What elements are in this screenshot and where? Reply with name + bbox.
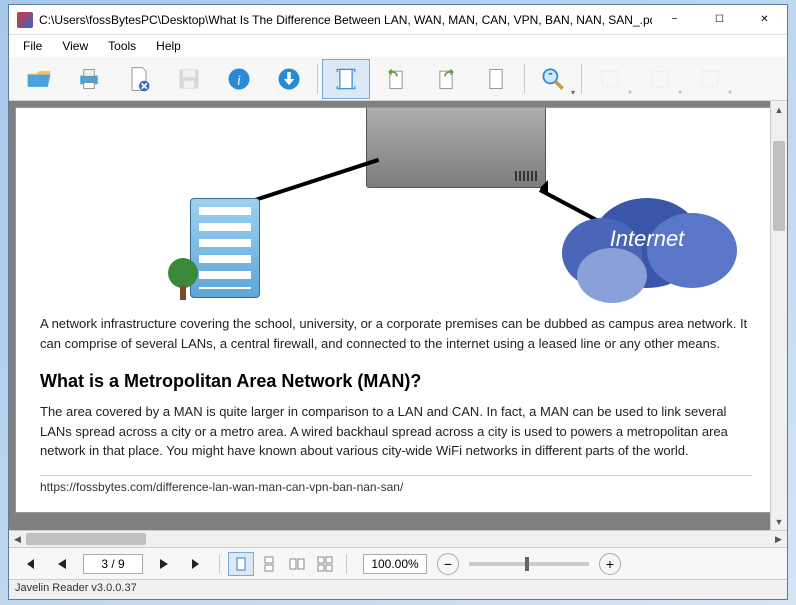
first-page-icon [23, 558, 37, 570]
rotate-right-button[interactable] [422, 59, 470, 99]
zoom-tool-button[interactable]: ▾ [529, 59, 577, 99]
magnifier-icon [539, 65, 567, 93]
titlebar: C:\Users\fossBytesPC\Desktop\What Is The… [9, 5, 787, 35]
scroll-thumb[interactable] [26, 533, 146, 545]
menu-tools[interactable]: Tools [98, 37, 146, 55]
save-button[interactable] [165, 59, 213, 99]
dropdown-icon: ▾ [628, 88, 632, 97]
network-diagram: Internet [40, 118, 752, 308]
scroll-up-icon[interactable]: ▲ [771, 101, 787, 118]
dropdown-icon: ▾ [728, 88, 732, 97]
close-button[interactable]: ✕ [742, 5, 787, 34]
next-page-icon [158, 558, 170, 570]
toolbar-separator [317, 64, 318, 94]
two-page-continuous-button[interactable] [312, 552, 338, 576]
two-page-icon [289, 556, 305, 572]
zoom-in-button[interactable]: + [599, 553, 621, 575]
next-page-button[interactable] [149, 552, 179, 576]
download-icon [275, 65, 303, 93]
status-text: Javelin Reader v3.0.0.37 [15, 582, 137, 594]
window-title: C:\Users\fossBytesPC\Desktop\What Is The… [39, 13, 652, 27]
two-page-view-button[interactable] [284, 552, 310, 576]
page-actual-icon [482, 65, 510, 93]
prev-page-icon [56, 558, 68, 570]
section-heading: What is a Metropolitan Area Network (MAN… [40, 371, 752, 392]
paragraph: A network infrastructure covering the sc… [40, 314, 752, 353]
footer-url: https://fossbytes.com/difference-lan-wan… [40, 475, 752, 494]
actual-size-button[interactable] [472, 59, 520, 99]
toolbar-slot-2[interactable]: ▾ [636, 59, 684, 99]
continuous-view-button[interactable] [256, 552, 282, 576]
last-page-icon [189, 558, 203, 570]
continuous-icon [261, 556, 277, 572]
arrowhead-icon [532, 180, 548, 196]
scroll-left-icon[interactable]: ◀ [9, 534, 26, 545]
tree-illustration [168, 258, 198, 300]
minimize-button[interactable]: − [652, 5, 697, 34]
placeholder-icon [646, 65, 674, 93]
menubar: File View Tools Help [9, 35, 787, 57]
scroll-right-icon[interactable]: ▶ [770, 534, 787, 545]
slider-knob[interactable] [525, 557, 529, 571]
scroll-down-icon[interactable]: ▼ [771, 513, 787, 530]
vertical-scrollbar[interactable]: ▲ ▼ [770, 101, 787, 530]
toolbar-separator [581, 64, 582, 94]
download-button[interactable] [265, 59, 313, 99]
horizontal-scrollbar[interactable]: ◀ ▶ [9, 530, 787, 547]
page-indicator[interactable]: 3 / 9 [83, 554, 143, 574]
menu-file[interactable]: File [13, 37, 52, 55]
navigation-bar: 3 / 9 100.00% − + [9, 547, 787, 579]
save-icon [175, 65, 203, 93]
dropdown-icon: ▾ [571, 88, 575, 97]
fit-page-button[interactable] [322, 59, 370, 99]
rotate-left-icon [382, 65, 410, 93]
paragraph: The area covered by a MAN is quite large… [40, 402, 752, 461]
document-viewport[interactable]: Internet A network infrastructure coveri… [9, 101, 787, 530]
placeholder-icon [596, 65, 624, 93]
folder-open-icon [25, 65, 53, 93]
server-illustration [366, 107, 546, 188]
separator [219, 554, 220, 574]
cloud-label: Internet [552, 226, 742, 252]
info-button[interactable]: i [215, 59, 263, 99]
zoom-out-button[interactable]: − [437, 553, 459, 575]
toolbar-slot-1[interactable]: ▾ [586, 59, 634, 99]
maximize-button[interactable]: ☐ [697, 5, 742, 34]
status-bar: Javelin Reader v3.0.0.37 [9, 579, 787, 599]
info-icon: i [225, 65, 253, 93]
printer-icon [75, 65, 103, 93]
print-button[interactable] [65, 59, 113, 99]
connection-line [254, 158, 379, 202]
last-page-button[interactable] [181, 552, 211, 576]
toolbar-slot-3[interactable]: ▾ [686, 59, 734, 99]
document-remove-icon [125, 65, 153, 93]
zoom-slider[interactable] [469, 562, 589, 566]
zoom-level-field[interactable]: 100.00% [363, 554, 427, 574]
menu-help[interactable]: Help [146, 37, 191, 55]
toolbar: i ▾ ▾ ▾ [9, 57, 787, 101]
rotate-left-button[interactable] [372, 59, 420, 99]
rotate-right-icon [432, 65, 460, 93]
first-page-button[interactable] [15, 552, 45, 576]
remove-document-button[interactable] [115, 59, 163, 99]
svg-text:i: i [237, 73, 241, 88]
scroll-thumb[interactable] [773, 141, 785, 231]
main-window: C:\Users\fossBytesPC\Desktop\What Is The… [8, 4, 788, 600]
building-illustration [190, 198, 260, 298]
single-page-view-button[interactable] [228, 552, 254, 576]
dropdown-icon: ▾ [678, 88, 682, 97]
toolbar-separator [524, 64, 525, 94]
separator [346, 554, 347, 574]
prev-page-button[interactable] [47, 552, 77, 576]
two-page-cont-icon [317, 556, 333, 572]
internet-cloud: Internet [552, 178, 742, 298]
app-icon [17, 12, 33, 28]
pdf-page: Internet A network infrastructure coveri… [15, 107, 777, 513]
placeholder-icon [696, 65, 724, 93]
single-page-icon [233, 556, 249, 572]
menu-view[interactable]: View [52, 37, 98, 55]
open-file-button[interactable] [15, 59, 63, 99]
page-fit-icon [332, 65, 360, 93]
